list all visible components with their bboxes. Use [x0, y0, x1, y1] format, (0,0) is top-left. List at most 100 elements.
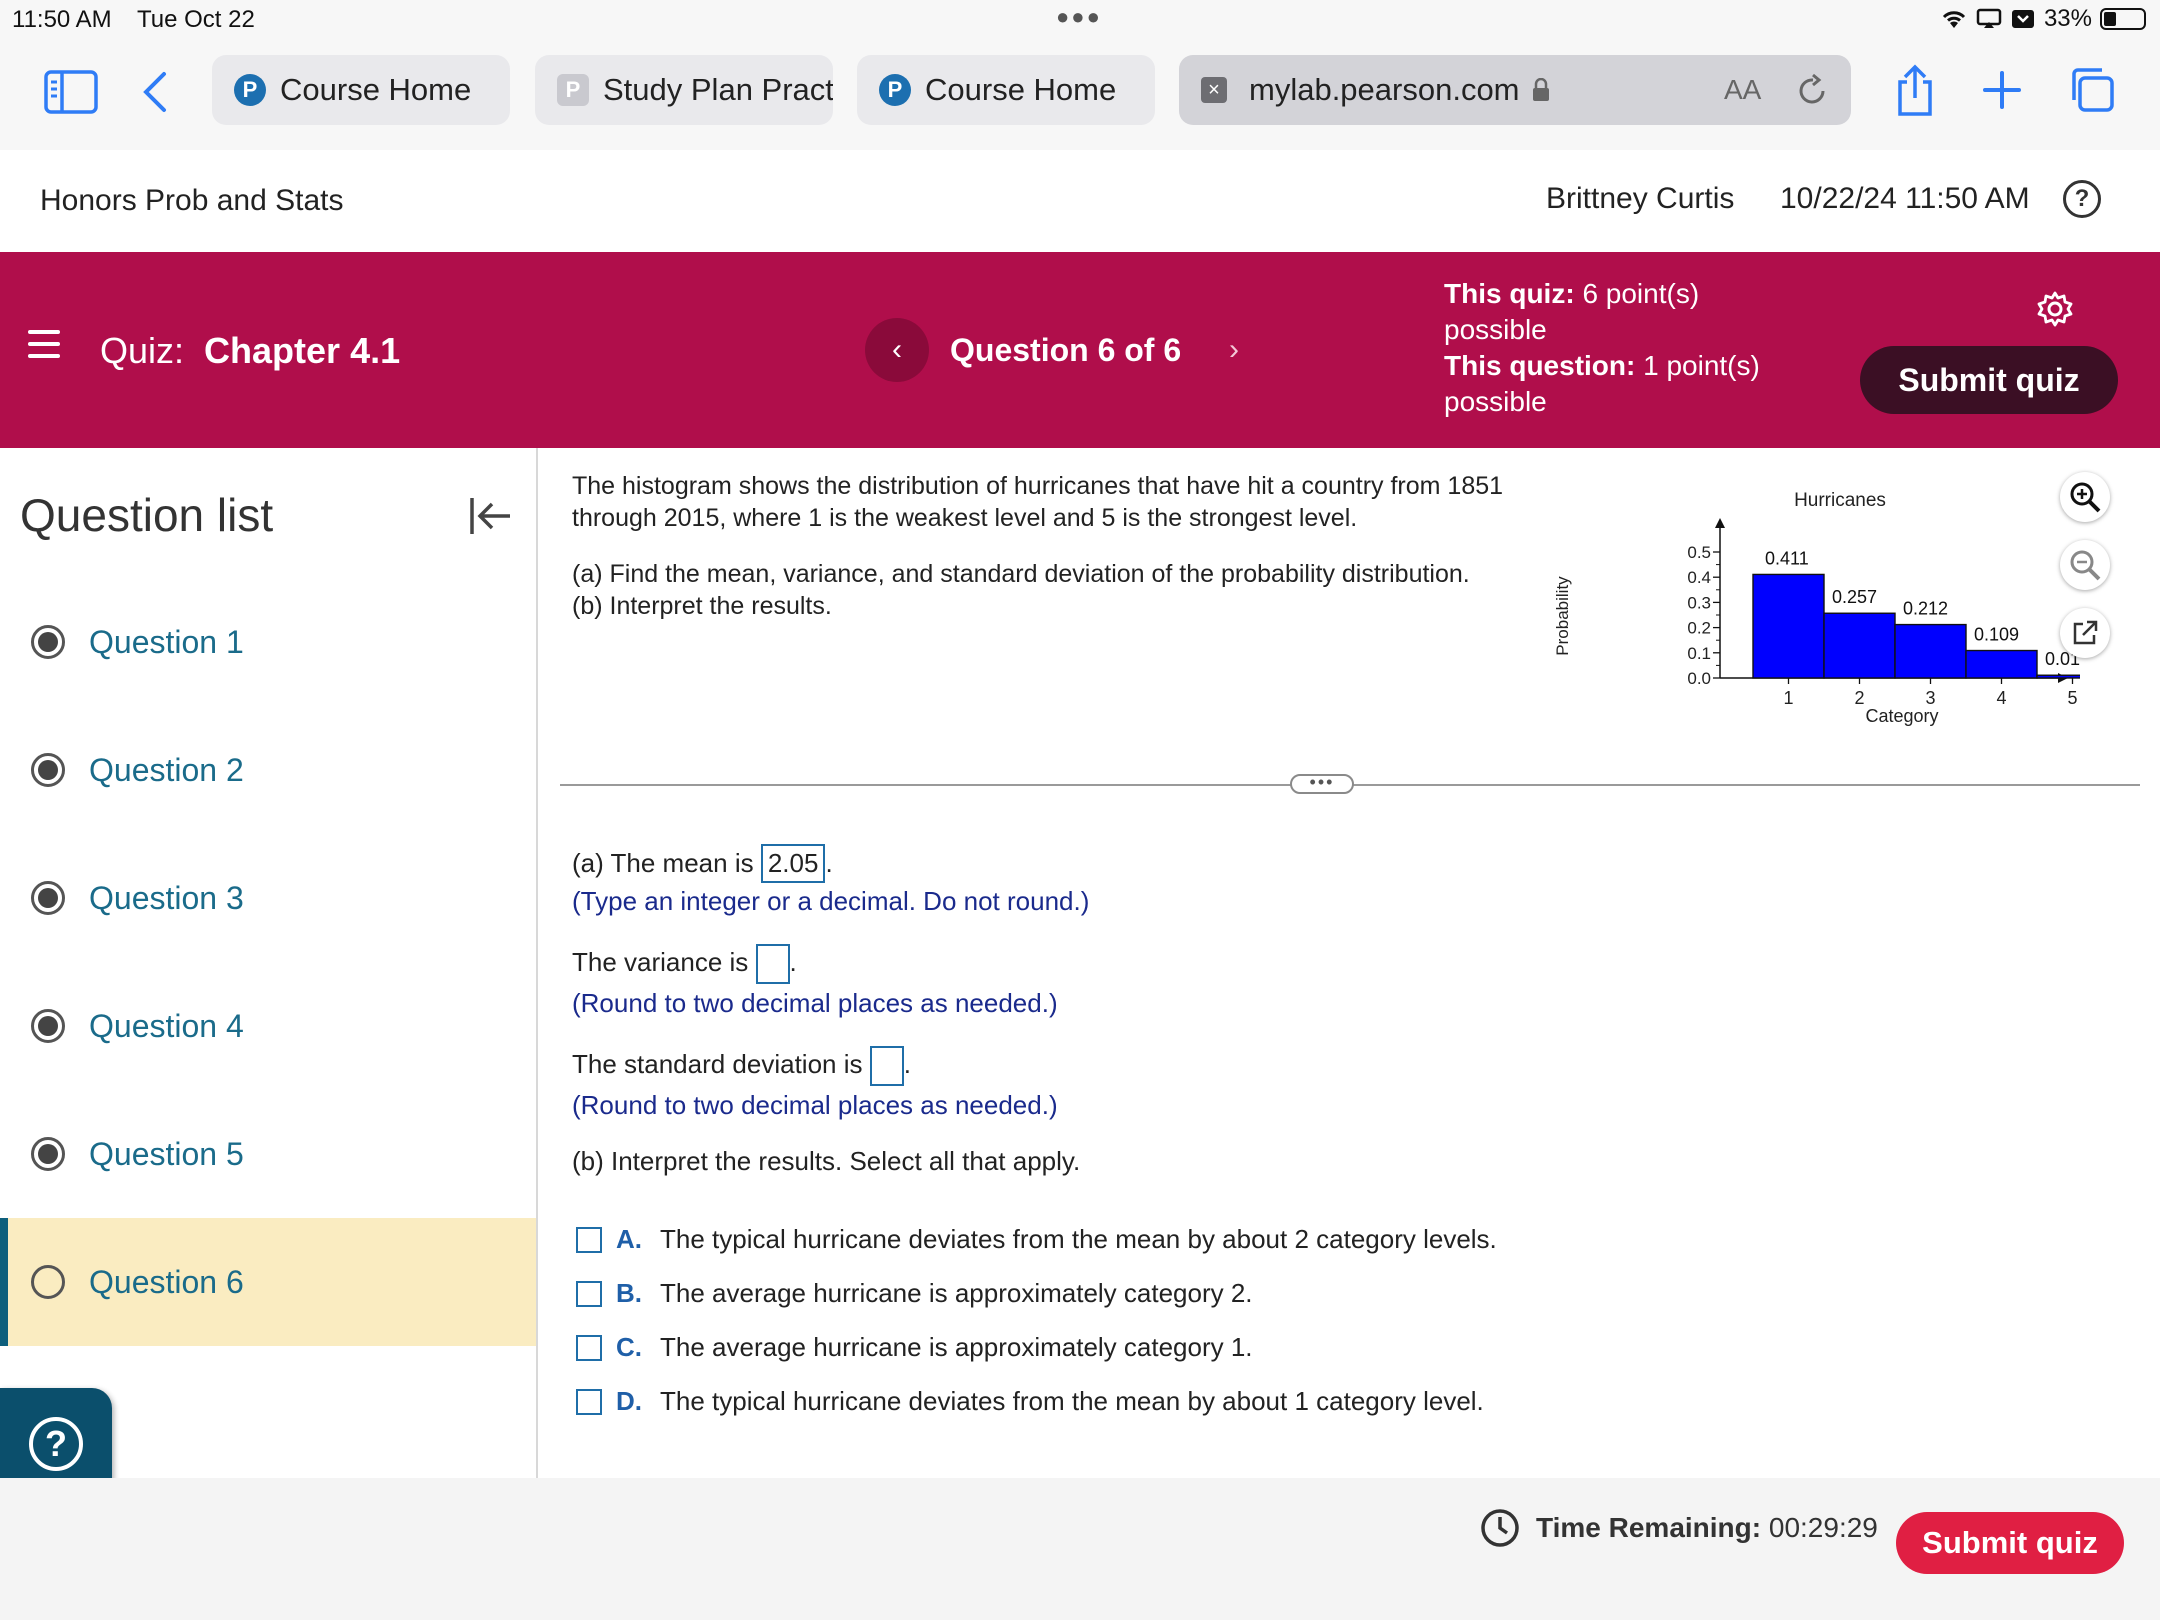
question-list-item-4[interactable]: Question 4	[0, 962, 536, 1090]
browser-tab-course-home-1[interactable]: P Course Home	[212, 55, 510, 125]
menu-icon[interactable]	[28, 330, 60, 358]
question-list-label: Question 4	[89, 1007, 244, 1044]
question-list-item-3[interactable]: Question 3	[0, 834, 536, 962]
previous-question-button[interactable]: ‹	[865, 318, 929, 382]
status-time: 11:50 AM	[12, 6, 112, 33]
x-axis-label: Category	[1865, 706, 1938, 726]
this-quiz-label: This quiz:	[1444, 278, 1575, 309]
checkbox[interactable]	[576, 1280, 602, 1307]
time-remaining-value: 00:29:29	[1768, 1512, 1878, 1543]
sd-input[interactable]	[869, 1046, 904, 1086]
choice-letter: C.	[616, 1332, 642, 1362]
question-position[interactable]: Question 6 of 6	[950, 332, 1181, 369]
address-text: mylab.pearson.com	[1249, 72, 1520, 107]
this-question-value: 1 point(s)	[1643, 350, 1760, 381]
submit-quiz-button[interactable]: Submit quiz	[1860, 346, 2118, 414]
histogram-bar	[1965, 649, 2038, 679]
histogram-bar	[1894, 623, 1967, 679]
tab-label: Study Plan Pract	[603, 72, 833, 107]
tab-overview-icon[interactable]	[2068, 66, 2116, 114]
back-arrow-icon[interactable]	[140, 70, 170, 114]
text-size-button[interactable]: AA	[1724, 74, 1761, 106]
status-bar: 11:50 AM Tue Oct 22 ●●● 33%	[0, 0, 2160, 40]
zoom-out-icon	[2070, 550, 2101, 581]
bar-value-label: 0.109	[1974, 625, 2019, 645]
new-tab-plus-icon[interactable]	[1982, 70, 2022, 110]
question-list-label: Question 2	[89, 751, 244, 788]
question-list-label: Question 3	[89, 879, 244, 916]
time-remaining-label: Time Remaining:	[1536, 1512, 1762, 1543]
choice-b[interactable]: B. The average hurricane is approximatel…	[576, 1278, 1253, 1309]
multitasking-dots-icon[interactable]: ●●●	[1056, 4, 1102, 30]
reload-icon[interactable]	[1797, 73, 1829, 107]
sd-hint: (Round to two decimal places as needed.)	[572, 1090, 1058, 1120]
variance-row: The variance is .	[572, 944, 797, 984]
histogram-svg: Hurricanes Probability Category 0.0 0.1 0.2 0.…	[1553, 490, 2109, 726]
question-list-item-6[interactable]: Question 6	[0, 1218, 536, 1346]
user-name: Brittney Curtis	[1546, 182, 1735, 215]
course-title[interactable]: Honors Prob and Stats	[40, 184, 344, 218]
question-list-item-1[interactable]: Question 1	[0, 578, 536, 706]
answered-indicator-icon	[31, 753, 65, 787]
choice-letter: B.	[616, 1278, 642, 1308]
choice-d[interactable]: D. The typical hurricane deviates from t…	[576, 1386, 1484, 1417]
choice-text: The average hurricane is approximately c…	[660, 1332, 1253, 1362]
share-icon[interactable]	[1894, 64, 1936, 118]
zoom-in-button[interactable]	[2060, 472, 2110, 522]
quiz-name: Chapter 4.1	[204, 330, 401, 371]
divider-handle[interactable]: •••	[1290, 773, 1354, 794]
browser-tab-study-plan[interactable]: P Study Plan Pract	[535, 55, 833, 125]
checkbox[interactable]	[576, 1388, 602, 1415]
choice-a[interactable]: A. The typical hurricane deviates from t…	[576, 1224, 1497, 1255]
y-axis-arrow	[1715, 518, 1725, 528]
sidebar-toggle-icon[interactable]	[44, 70, 98, 114]
browser-toolbar: P Course Home P Study Plan Pract P Cours…	[0, 40, 2160, 150]
screen-mirror-icon	[1976, 8, 2002, 28]
points-info: This quiz: 6 point(s) possible This ques…	[1444, 276, 1760, 420]
mean-hint: (Type an integer or a decimal. Do not ro…	[572, 886, 1090, 916]
collapse-panel-icon[interactable]	[466, 492, 514, 540]
question-list-item-5[interactable]: Question 5	[0, 1090, 536, 1218]
pearson-icon: P	[234, 74, 266, 106]
bar-value-label: 0.257	[1832, 587, 1877, 607]
next-question-button[interactable]: ›	[1204, 318, 1264, 382]
y-axis-label: Probability	[1553, 576, 1572, 656]
gear-icon[interactable]	[2036, 290, 2074, 328]
interpret-prompt: (b) Interpret the results. Select all th…	[572, 1146, 1081, 1176]
quiz-title: Quiz: Chapter 4.1	[100, 330, 400, 372]
bar-value-label: 0.212	[1903, 599, 1948, 619]
x-tick-label: 5	[2067, 688, 2077, 708]
choice-letter: A.	[616, 1224, 642, 1254]
submit-quiz-footer-button[interactable]: Submit quiz	[1896, 1512, 2124, 1574]
browser-tab-course-home-2[interactable]: P Course Home	[857, 55, 1155, 125]
zoom-out-button[interactable]	[2060, 540, 2110, 590]
external-link-icon	[2073, 620, 2098, 645]
answered-indicator-icon	[31, 1137, 65, 1171]
quiz-footer: Time Remaining: 00:29:29 Submit quiz	[0, 1478, 2160, 1620]
close-tab-icon[interactable]: ×	[1201, 77, 1227, 103]
question-list-panel: Question list Question 1 Question 2 Ques…	[0, 448, 538, 1478]
quiz-bar: Quiz: Chapter 4.1 ‹ Question 6 of 6 › Th…	[0, 252, 2160, 448]
mean-input[interactable]: 2.05	[760, 844, 826, 883]
current-datetime: 10/22/24 11:50 AM	[1780, 182, 2030, 215]
choice-letter: D.	[616, 1386, 642, 1416]
y-tick-label: 0.0	[1687, 669, 1711, 688]
answered-indicator-icon	[31, 625, 65, 659]
time-remaining: Time Remaining: 00:29:29	[1536, 1512, 1878, 1544]
histogram-bar	[1823, 612, 1896, 679]
checkbox[interactable]	[576, 1334, 602, 1361]
variance-input[interactable]	[755, 944, 790, 984]
choice-c[interactable]: C. The average hurricane is approximatel…	[576, 1332, 1253, 1363]
question-list-item-2[interactable]: Question 2	[0, 706, 536, 834]
checkbox[interactable]	[576, 1226, 602, 1253]
sd-row: The standard deviation is .	[572, 1046, 911, 1086]
variance-hint: (Round to two decimal places as needed.)	[572, 988, 1058, 1018]
open-external-button[interactable]	[2060, 608, 2110, 658]
choice-text: The typical hurricane deviates from the …	[660, 1224, 1497, 1254]
histogram-chart: Hurricanes Probability Category 0.0 0.1 0.2 0.…	[1540, 468, 2109, 728]
address-bar[interactable]: × mylab.pearson.com AA	[1179, 55, 1851, 125]
x-tick-label: 2	[1854, 688, 1864, 708]
this-question-label: This question:	[1444, 350, 1636, 381]
bar-value-label: 0.411	[1765, 548, 1809, 568]
help-icon[interactable]: ?	[2063, 180, 2101, 218]
